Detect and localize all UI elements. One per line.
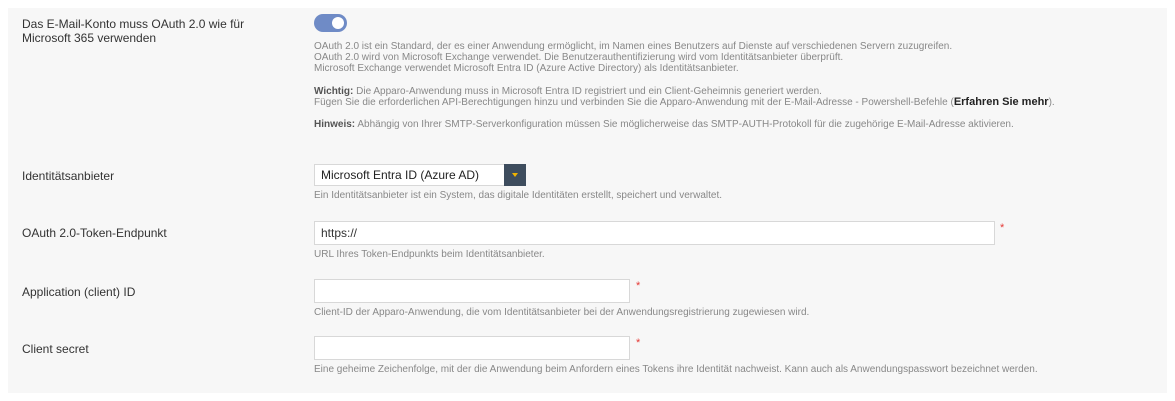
required-marker: *	[636, 280, 641, 292]
oauth-desc-1: OAuth 2.0 ist ein Standard, der es einer…	[314, 41, 953, 52]
important-text-2-end: ).	[1048, 97, 1055, 108]
client-id-help: Client-ID der Apparo-Anwendung, die vom …	[314, 307, 810, 318]
identity-provider-help: Ein Identitätsanbieter ist ein System, d…	[314, 190, 722, 201]
token-endpoint-help: URL Ihres Token-Endpunkts beim Identität…	[314, 249, 545, 260]
oauth-description: OAuth 2.0 ist ein Standard, der es einer…	[314, 41, 1055, 130]
important-note-2: Fügen Sie die erforderlichen API-Berecht…	[314, 96, 1055, 109]
client-secret-input[interactable]	[314, 336, 630, 360]
settings-panel: Das E-Mail-Konto muss OAuth 2.0 wie für …	[8, 8, 1167, 393]
important-text: Die Apparo-Anwendung muss in Microsoft E…	[353, 86, 822, 97]
oauth-label-line2: Microsoft 365 verwenden	[22, 31, 157, 45]
identity-provider-label: Identitätsanbieter	[22, 169, 115, 183]
important-note: Wichtig: Die Apparo-Anwendung muss in Mi…	[314, 86, 1055, 97]
smtp-note: Hinweis: Abhängig von Ihrer SMTP-Serverk…	[314, 119, 1055, 130]
oauth-desc-3: Microsoft Exchange verwendet Microsoft E…	[314, 63, 739, 74]
important-label: Wichtig:	[314, 86, 354, 97]
required-marker: *	[1000, 222, 1005, 234]
token-endpoint-input[interactable]: https://	[314, 221, 995, 245]
important-text-2: Fügen Sie die erforderlichen API-Berecht…	[314, 97, 954, 108]
identity-provider-value: Microsoft Entra ID (Azure AD)	[321, 168, 480, 182]
client-secret-help: Eine geheime Zeichenfolge, mit der die A…	[314, 364, 1038, 375]
oauth-label-line1: Das E-Mail-Konto muss OAuth 2.0 wie für	[22, 17, 245, 31]
note-label: Hinweis:	[314, 119, 356, 130]
note-text: Abhängig von Ihrer SMTP-Serverkonfigurat…	[355, 119, 1014, 130]
toggle-knob	[332, 17, 344, 29]
oauth-toggle[interactable]	[314, 14, 347, 32]
identity-provider-select[interactable]: Microsoft Entra ID (Azure AD)	[314, 164, 526, 186]
oauth-label: Das E-Mail-Konto muss OAuth 2.0 wie für …	[22, 17, 244, 45]
chevron-down-icon[interactable]	[504, 164, 526, 186]
oauth-desc-2: OAuth 2.0 wird von Microsoft Exchange ve…	[314, 52, 844, 63]
client-secret-label: Client secret	[22, 342, 89, 356]
token-endpoint-label: OAuth 2.0-Token-Endpunkt	[22, 226, 167, 240]
learn-more-link[interactable]: Erfahren Sie mehr	[954, 96, 1049, 108]
required-marker: *	[636, 337, 641, 349]
client-id-label: Application (client) ID	[22, 285, 136, 299]
client-id-input[interactable]	[314, 279, 630, 303]
